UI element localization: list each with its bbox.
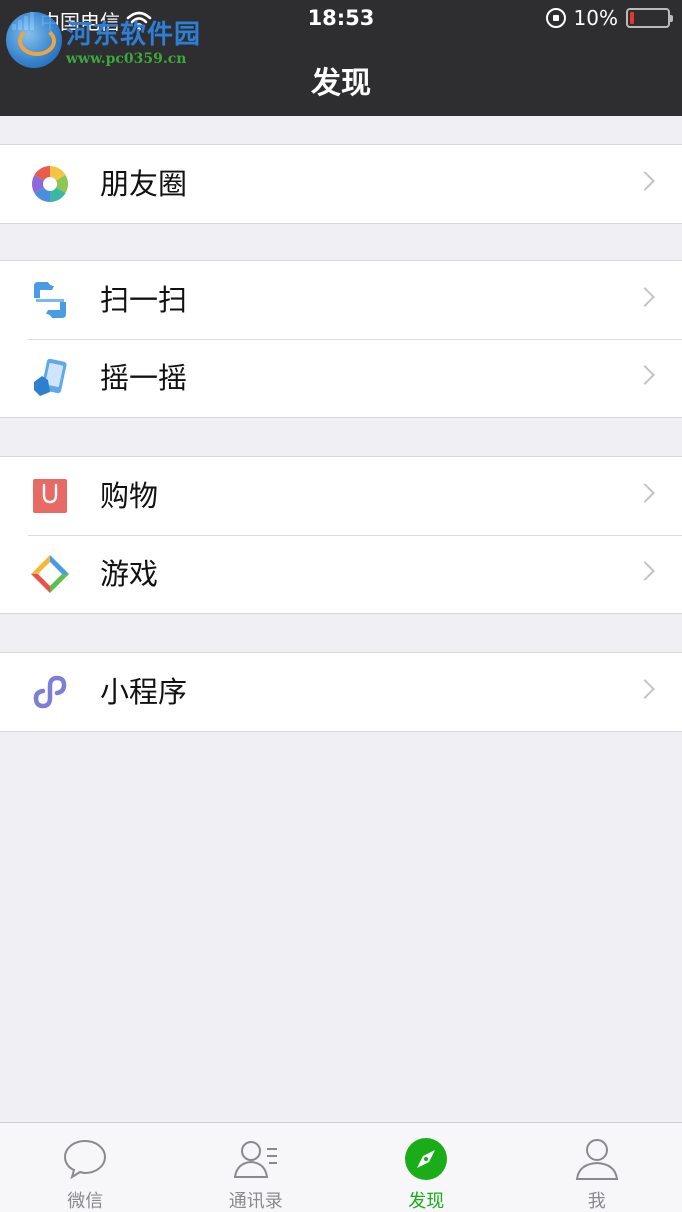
tab-label: 通讯录 xyxy=(228,1191,283,1212)
rotation-lock-icon xyxy=(545,8,566,28)
group-scan-shake: 扫一扫 摇一摇 xyxy=(0,260,682,418)
tab-label: 微信 xyxy=(67,1191,104,1212)
cell-label: 小程序 xyxy=(100,675,188,709)
page-title: 发现 xyxy=(311,66,371,101)
cell-shake[interactable]: 摇一摇 xyxy=(0,339,682,417)
person-icon xyxy=(575,1139,618,1180)
contacts-icon xyxy=(233,1141,277,1178)
cell-shopping[interactable]: 购物 xyxy=(0,457,682,535)
chevron-right-icon xyxy=(635,483,655,503)
group-shopping-games: 购物 游戏 xyxy=(0,456,682,614)
moments-icon xyxy=(31,166,69,202)
cell-label: 购物 xyxy=(100,479,159,513)
games-icon xyxy=(31,555,69,593)
watermark-title: 河东软件园 xyxy=(66,19,202,50)
cell-label: 扫一扫 xyxy=(100,283,188,317)
tab-discover[interactable]: 发现 xyxy=(341,1123,512,1212)
cell-games[interactable]: 游戏 xyxy=(0,535,682,613)
shake-icon xyxy=(34,358,67,396)
cell-mini-programs[interactable]: 小程序 xyxy=(0,653,682,731)
group-mini-programs: 小程序 xyxy=(0,652,682,732)
chat-bubble-icon xyxy=(64,1139,107,1180)
battery-level xyxy=(630,12,634,24)
mini-program-icon xyxy=(33,675,67,709)
battery-icon xyxy=(626,8,673,28)
top-bar: 中国电信 18:53 10% 河东软件园 www.pc0359.cn 发现 xyxy=(0,0,682,116)
tab-contacts[interactable]: 通讯录 xyxy=(171,1123,342,1212)
chevron-right-icon xyxy=(635,287,655,307)
chevron-right-icon xyxy=(635,171,655,191)
cell-label: 朋友圈 xyxy=(100,167,188,201)
compass-icon xyxy=(405,1138,448,1180)
shopping-icon xyxy=(33,479,67,513)
group-moments: 朋友圈 xyxy=(0,144,682,224)
chevron-right-icon xyxy=(635,365,655,385)
cell-scan[interactable]: 扫一扫 xyxy=(0,261,682,339)
cell-moments[interactable]: 朋友圈 xyxy=(0,145,682,223)
chevron-right-icon xyxy=(635,561,655,581)
cell-label: 游戏 xyxy=(100,557,159,591)
chevron-right-icon xyxy=(635,679,655,699)
tab-me[interactable]: 我 xyxy=(512,1123,682,1212)
tab-chats[interactable]: 微信 xyxy=(0,1123,171,1212)
tab-label: 我 xyxy=(587,1191,606,1212)
cell-label: 摇一摇 xyxy=(100,361,188,395)
battery-percent: 10% xyxy=(573,6,618,30)
scan-icon xyxy=(34,282,66,318)
tab-label: 发现 xyxy=(408,1191,445,1212)
tab-bar: 微信 通讯录 发现 我 xyxy=(0,1122,682,1212)
status-right: 10% xyxy=(545,6,673,30)
